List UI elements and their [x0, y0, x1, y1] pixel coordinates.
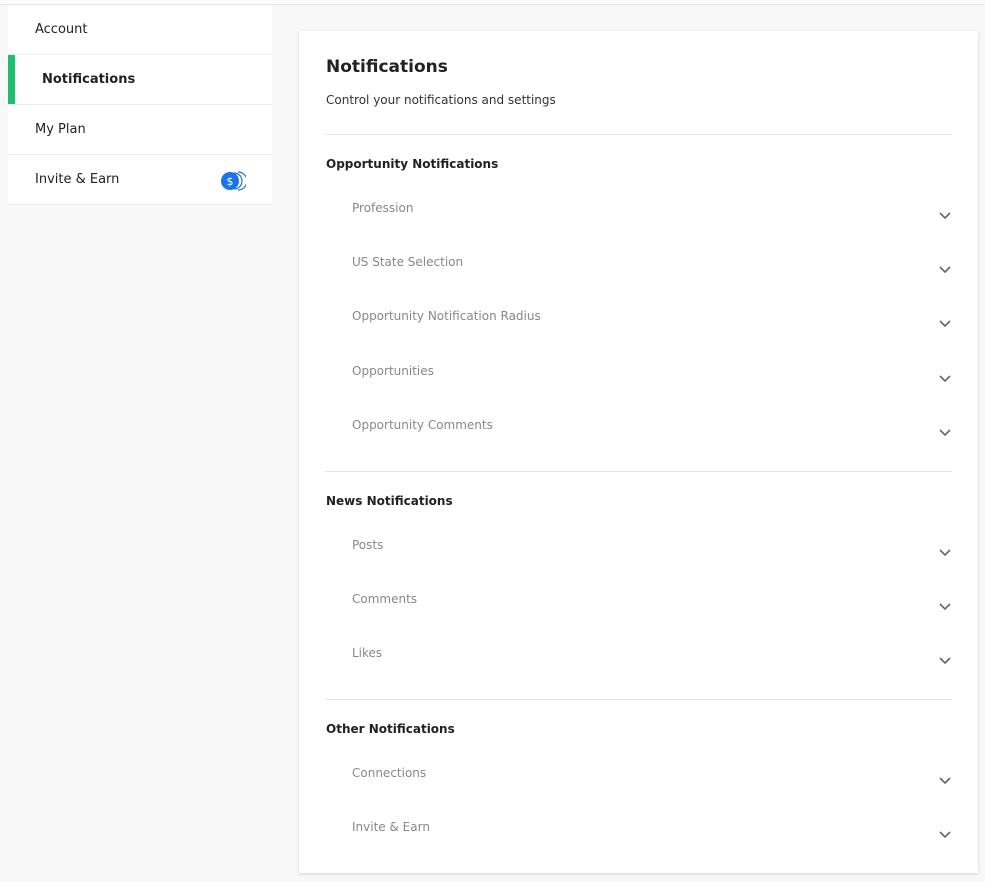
accordion-row-opportunity-comments[interactable]: Opportunity Comments: [325, 418, 952, 472]
accordion-row-invite-earn[interactable]: Invite & Earn: [325, 820, 952, 874]
notifications-panel: Notifications Control your notifications…: [299, 31, 978, 873]
sidebar-item-label: My Plan: [35, 122, 86, 137]
accordion-row-connections[interactable]: Connections: [325, 766, 952, 820]
chevron-down-icon[interactable]: [938, 547, 952, 557]
chevron-down-icon[interactable]: [938, 655, 952, 665]
accordion-row-opportunities[interactable]: Opportunities: [325, 364, 952, 418]
row-label: Comments: [352, 592, 418, 606]
row-label: Likes: [352, 646, 383, 660]
row-label: Opportunities: [352, 364, 434, 378]
chevron-down-icon[interactable]: [938, 318, 952, 328]
chevron-down-icon[interactable]: [938, 427, 952, 437]
page-title: Notifications: [326, 57, 448, 77]
section-title-opportunity: Opportunity Notifications: [326, 157, 499, 171]
accordion-row-comments[interactable]: Comments: [325, 592, 952, 646]
accordion-row-likes[interactable]: Likes: [325, 646, 952, 700]
chevron-down-icon[interactable]: [938, 210, 952, 220]
sidebar-item-invite-earn[interactable]: Invite & Earn $: [8, 155, 272, 205]
sidebar-item-notifications[interactable]: Notifications: [8, 55, 272, 105]
sidebar-item-account[interactable]: Account: [8, 5, 272, 55]
chevron-down-icon[interactable]: [938, 264, 952, 274]
chevron-down-icon[interactable]: [938, 373, 952, 383]
dollar-coins-icon: $: [221, 171, 246, 191]
divider: [325, 134, 952, 135]
row-label: US State Selection: [352, 255, 464, 269]
sidebar-item-label: Notifications: [42, 72, 136, 87]
svg-text:$: $: [227, 175, 234, 188]
chevron-down-icon[interactable]: [938, 601, 952, 611]
row-label: Invite & Earn: [352, 820, 430, 834]
accordion-row-profession[interactable]: Profession: [325, 201, 952, 255]
divider: [325, 699, 952, 700]
accordion-row-posts[interactable]: Posts: [325, 538, 952, 592]
accordion-row-us-state-selection[interactable]: US State Selection: [325, 255, 952, 309]
accordion-row-notification-radius[interactable]: Opportunity Notification Radius: [325, 309, 952, 363]
row-label: Opportunity Notification Radius: [352, 309, 541, 323]
settings-sidebar: Account Notifications My Plan Invite & E…: [8, 5, 272, 205]
sidebar-item-label: Invite & Earn: [35, 172, 120, 187]
row-label: Opportunity Comments: [352, 418, 493, 432]
row-label: Profession: [352, 201, 414, 215]
divider: [325, 471, 952, 472]
sidebar-item-label: Account: [35, 22, 88, 37]
chevron-down-icon[interactable]: [938, 775, 952, 785]
section-title-other: Other Notifications: [326, 722, 455, 736]
active-indicator: [8, 55, 15, 104]
sidebar-item-my-plan[interactable]: My Plan: [8, 105, 272, 155]
chevron-down-icon[interactable]: [938, 829, 952, 839]
row-label: Posts: [352, 538, 384, 552]
section-title-news: News Notifications: [326, 494, 453, 508]
row-label: Connections: [352, 766, 427, 780]
page-subtitle: Control your notifications and settings: [326, 93, 556, 107]
